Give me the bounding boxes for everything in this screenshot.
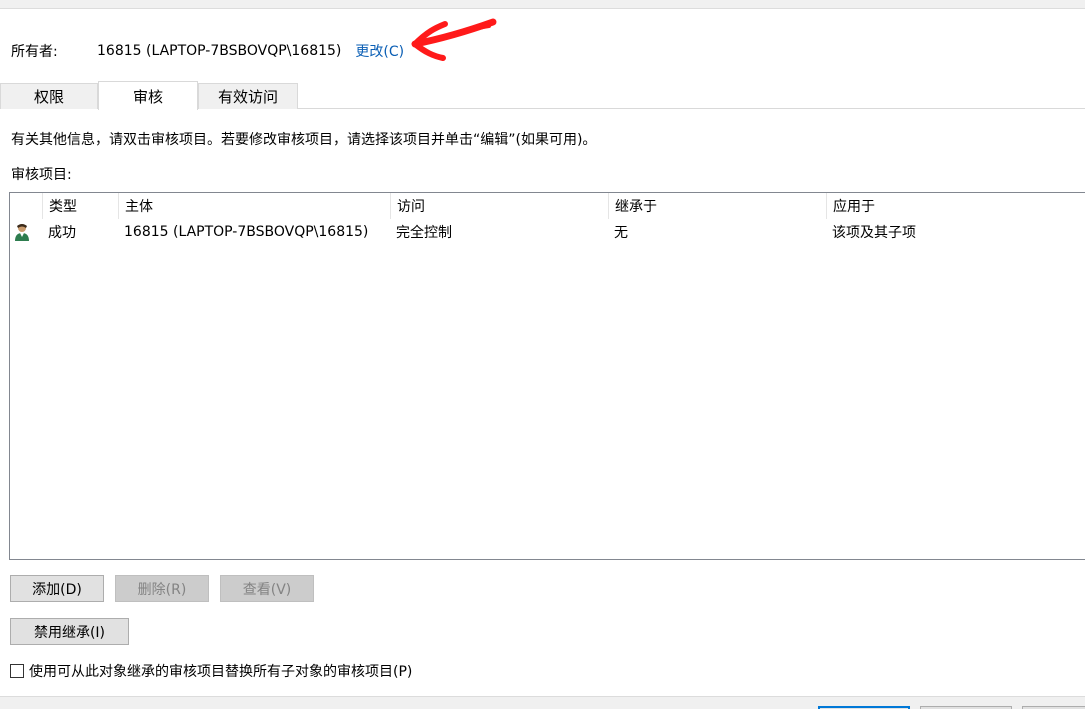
add-button[interactable]: 添加(D) bbox=[10, 575, 104, 602]
column-header-icon bbox=[10, 193, 42, 219]
owner-label: 所有者: bbox=[11, 44, 58, 60]
cell-principal: 16815 (LAPTOP-7BSBOVQP\16815) bbox=[124, 223, 369, 240]
tab-strip: 权限 审核 有效访问 bbox=[0, 81, 1085, 110]
dialog-top-edge bbox=[0, 0, 1085, 9]
table-row[interactable]: 成功 16815 (LAPTOP-7BSBOVQP\16815) 完全控制 无 … bbox=[10, 219, 1085, 244]
view-button[interactable]: 查看(V) bbox=[220, 575, 314, 602]
cell-inherited-from: 无 bbox=[614, 224, 628, 241]
cell-type: 成功 bbox=[48, 224, 76, 241]
info-text: 有关其他信息，请双击审核项目。若要修改审核项目，请选择该项目并单击“编辑”(如果… bbox=[11, 132, 597, 148]
disable-inheritance-button[interactable]: 禁用继承(I) bbox=[10, 618, 129, 645]
column-header-type[interactable]: 类型 bbox=[42, 193, 118, 219]
auditing-entries-list[interactable]: 类型 主体 访问 继承于 应用于 成功 16815 (LAPTOP-7BSBOV… bbox=[9, 192, 1085, 560]
red-arrow-annotation-icon bbox=[411, 18, 497, 61]
user-icon bbox=[14, 219, 38, 244]
owner-value: 16815 (LAPTOP-7BSBOVQP\16815) bbox=[97, 43, 342, 59]
tab-auditing[interactable]: 审核 bbox=[98, 81, 198, 110]
list-header: 类型 主体 访问 继承于 应用于 bbox=[10, 193, 1085, 219]
replace-child-entries-option[interactable]: 使用可从此对象继承的审核项目替换所有子对象的审核项目(P) bbox=[10, 661, 412, 681]
column-header-inherited-from[interactable]: 继承于 bbox=[608, 193, 826, 219]
auditing-entries-label: 审核项目: bbox=[11, 167, 72, 183]
column-header-applies-to[interactable]: 应用于 bbox=[826, 193, 1085, 219]
owner-row: 所有者: 16815 (LAPTOP-7BSBOVQP\16815) 更改(C) bbox=[11, 41, 404, 61]
change-owner-link[interactable]: 更改(C) bbox=[355, 41, 404, 61]
tab-effective-access[interactable]: 有效访问 bbox=[198, 83, 298, 109]
column-header-access[interactable]: 访问 bbox=[390, 193, 608, 219]
tab-permissions[interactable]: 权限 bbox=[0, 83, 98, 109]
replace-child-entries-label: 使用可从此对象继承的审核项目替换所有子对象的审核项目(P) bbox=[29, 664, 413, 680]
cell-applies-to: 该项及其子项 bbox=[832, 224, 916, 241]
column-header-principal[interactable]: 主体 bbox=[118, 193, 390, 219]
replace-child-entries-checkbox[interactable] bbox=[10, 664, 24, 678]
remove-button[interactable]: 删除(R) bbox=[115, 575, 209, 602]
cell-access: 完全控制 bbox=[396, 224, 452, 241]
